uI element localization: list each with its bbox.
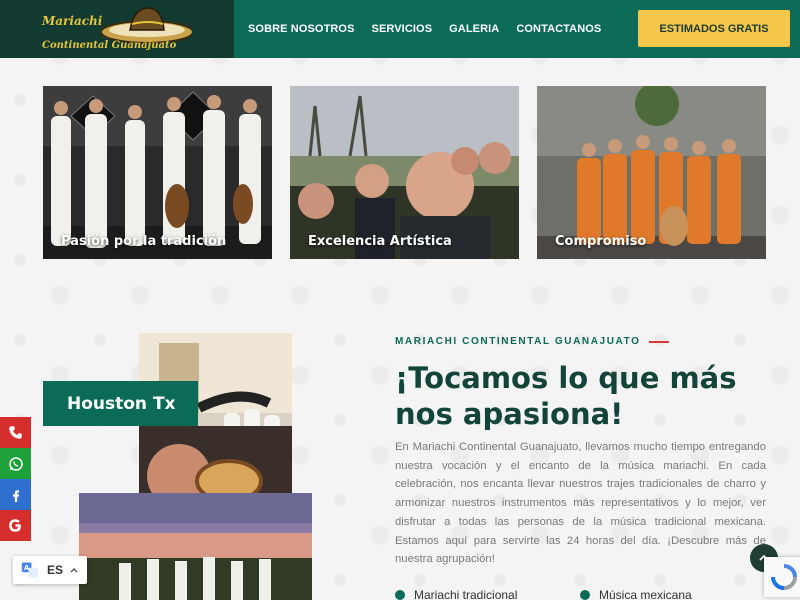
- logo-text-top: Mariachi: [42, 14, 103, 28]
- card-label: Excelencia Artística: [308, 234, 452, 249]
- main-nav: SOBRE NOSOTROS SERVICIOS GALERIA CONTACT…: [248, 23, 618, 35]
- language-switcher[interactable]: A ES: [13, 556, 87, 584]
- whatsapp-button[interactable]: [0, 448, 31, 479]
- card-excelencia[interactable]: Excelencia Artística: [290, 86, 519, 259]
- feature-label: Mariachi tradicional: [414, 588, 518, 600]
- recaptcha-icon: [771, 564, 797, 590]
- facebook-icon: [12, 489, 19, 502]
- feature-item: Música mexicana: [580, 588, 692, 600]
- location-badge: Houston Tx: [43, 381, 198, 426]
- card-label: Compromiso: [555, 234, 647, 249]
- eyebrow-text: MARIACHI CONTINENTAL GUANAJUATO: [395, 336, 641, 347]
- logo-text-bottom: Continental Guanajuato: [42, 40, 177, 51]
- google-icon: [9, 519, 21, 532]
- nav-sobre-nosotros[interactable]: SOBRE NOSOTROS: [248, 23, 355, 35]
- nav-servicios[interactable]: SERVICIOS: [372, 23, 433, 35]
- card-compromiso[interactable]: Compromiso: [537, 86, 766, 259]
- eyebrow-dash: [648, 340, 669, 343]
- phone-icon: [9, 426, 22, 439]
- free-estimate-button[interactable]: ESTIMADOS GRATIS: [638, 10, 790, 47]
- section-heading: ¡Tocamos lo que más nos apasiona!: [395, 361, 737, 431]
- translate-icon: A: [21, 562, 39, 578]
- section-description: En Mariachi Continental Guanajuato, llev…: [395, 441, 766, 566]
- nav-contactanos[interactable]: CONTACTANOS: [516, 23, 601, 35]
- google-button[interactable]: [0, 510, 31, 541]
- whatsapp-icon: [8, 456, 23, 471]
- collage-photo-bottom: [79, 493, 312, 600]
- language-code: ES: [47, 563, 64, 577]
- svg-text:A: A: [24, 564, 30, 572]
- chevron-up-icon: [70, 568, 78, 573]
- phone-button[interactable]: [0, 417, 31, 448]
- facebook-button[interactable]: [0, 479, 31, 510]
- section-eyebrow: MARIACHI CONTINENTAL GUANAJUATO: [395, 336, 669, 347]
- card-pasion[interactable]: Pasión por la tradición: [43, 86, 272, 259]
- nav-galeria[interactable]: GALERIA: [449, 23, 499, 35]
- check-icon: [580, 590, 590, 600]
- card-label: Pasión por la tradición: [61, 234, 227, 249]
- feature-item: Mariachi tradicional: [395, 588, 517, 600]
- check-icon: [395, 590, 405, 600]
- site-header: Mariachi Continental Guanajuato SOBRE NO…: [0, 0, 800, 58]
- logo[interactable]: Mariachi Continental Guanajuato: [0, 0, 234, 58]
- recaptcha-badge[interactable]: [764, 557, 800, 597]
- feature-label: Música mexicana: [599, 588, 692, 600]
